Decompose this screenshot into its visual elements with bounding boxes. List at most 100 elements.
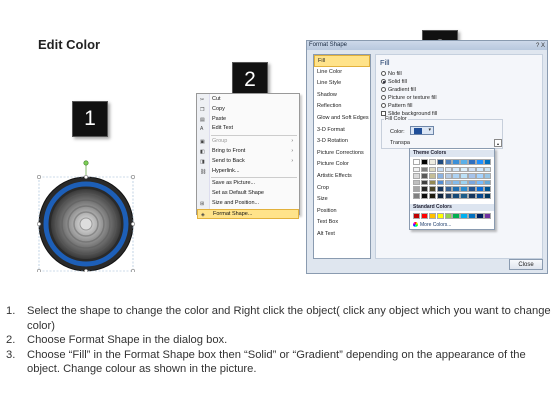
color-swatch[interactable] — [436, 173, 445, 179]
more-colors-link[interactable]: More Colors... — [413, 221, 451, 229]
color-swatch[interactable] — [436, 192, 445, 199]
color-swatch[interactable] — [468, 192, 476, 199]
dialog-window-controls[interactable]: ? X — [536, 42, 545, 51]
menu-item-hyperlink[interactable]: ⛓ Hyperlink... — [197, 167, 299, 177]
radio-button[interactable] — [381, 95, 386, 101]
color-swatch[interactable] — [468, 166, 476, 173]
nav-item-shadow[interactable]: Shadow — [314, 90, 370, 102]
color-swatch[interactable] — [428, 213, 437, 219]
color-swatch[interactable] — [468, 159, 476, 165]
color-swatch[interactable] — [468, 186, 476, 192]
color-swatch[interactable] — [444, 173, 452, 179]
color-swatch[interactable] — [468, 179, 476, 186]
color-swatch[interactable] — [476, 179, 484, 186]
color-swatch[interactable] — [413, 179, 421, 186]
concentric-circle-graphic[interactable] — [34, 160, 138, 274]
selected-circle-shape[interactable] — [34, 160, 138, 274]
color-swatch[interactable] — [428, 179, 437, 186]
radio-picture-fill[interactable]: Picture or texture fill — [381, 94, 437, 102]
radio-button-checked[interactable] — [381, 79, 386, 85]
color-swatch[interactable] — [452, 213, 460, 219]
color-swatch[interactable] — [436, 166, 445, 173]
menu-item-size-position[interactable]: ⊞ Size and Position... — [197, 199, 299, 209]
menu-item-set-default-shape[interactable]: Set as Default Shape — [197, 189, 299, 199]
color-swatch[interactable] — [436, 186, 445, 192]
color-swatch[interactable] — [444, 192, 452, 199]
color-swatch[interactable] — [476, 173, 484, 179]
color-swatch[interactable] — [428, 186, 437, 192]
color-swatch[interactable] — [444, 179, 452, 186]
radio-gradient-fill[interactable]: Gradient fill — [381, 86, 416, 94]
menu-item-edit-text[interactable]: A Edit Text — [197, 124, 299, 134]
transparency-spinner[interactable]: ▴ — [494, 139, 502, 147]
radio-button[interactable] — [381, 87, 386, 93]
color-swatch[interactable] — [452, 179, 460, 186]
color-swatch[interactable] — [484, 213, 492, 219]
nav-item-3d-rotation[interactable]: 3-D Rotation — [314, 136, 370, 148]
color-swatch[interactable] — [420, 192, 429, 199]
color-swatch[interactable] — [436, 159, 445, 165]
color-swatch[interactable] — [444, 159, 452, 165]
color-swatch[interactable] — [460, 173, 468, 179]
nav-item-text-box[interactable]: Text Box — [314, 217, 370, 229]
color-swatch[interactable] — [444, 213, 452, 219]
menu-item-group[interactable]: ▣ Group › — [197, 137, 299, 147]
color-swatch[interactable] — [468, 213, 476, 219]
color-swatch[interactable] — [476, 159, 484, 165]
nav-item-alt-text[interactable]: Alt Text — [314, 229, 370, 241]
menu-item-paste[interactable]: ▤ Paste — [197, 115, 299, 125]
nav-item-artistic-effects[interactable]: Artistic Effects — [314, 171, 370, 183]
nav-item-position[interactable]: Position — [314, 206, 370, 218]
nav-item-reflection[interactable]: Reflection — [314, 101, 370, 113]
nav-item-3d-format[interactable]: 3-D Format — [314, 125, 370, 137]
nav-item-size[interactable]: Size — [314, 194, 370, 206]
nav-item-picture-corrections[interactable]: Picture Corrections — [314, 148, 370, 160]
color-swatch[interactable] — [460, 186, 468, 192]
nav-item-fill[interactable]: Fill — [314, 55, 370, 67]
color-swatch[interactable] — [428, 173, 437, 179]
color-swatch[interactable] — [444, 166, 452, 173]
color-swatch[interactable] — [452, 173, 460, 179]
color-swatch[interactable] — [428, 159, 437, 165]
color-swatch[interactable] — [428, 166, 437, 173]
color-picker-button[interactable]: ▾ — [410, 126, 434, 135]
radio-no-fill[interactable]: No fill — [381, 70, 402, 78]
color-swatch[interactable] — [452, 159, 460, 165]
color-swatch[interactable] — [413, 166, 421, 173]
color-swatch[interactable] — [436, 179, 445, 186]
menu-item-cut[interactable]: ✂ Cut — [197, 95, 299, 105]
color-swatch[interactable] — [413, 213, 421, 219]
color-swatch[interactable] — [484, 166, 492, 173]
color-swatch[interactable] — [444, 186, 452, 192]
nav-item-glow[interactable]: Glow and Soft Edges — [314, 113, 370, 125]
color-swatch[interactable] — [476, 186, 484, 192]
radio-button[interactable] — [381, 71, 386, 77]
menu-item-copy[interactable]: ❐ Copy — [197, 105, 299, 115]
nav-item-line-color[interactable]: Line Color — [314, 67, 370, 79]
color-swatch[interactable] — [436, 213, 445, 219]
color-swatch[interactable] — [460, 166, 468, 173]
nav-item-crop[interactable]: Crop — [314, 183, 370, 195]
menu-item-format-shape[interactable]: ◈ Format Shape... — [197, 208, 299, 219]
color-swatch[interactable] — [484, 159, 492, 165]
color-swatch[interactable] — [484, 192, 492, 199]
color-swatch[interactable] — [476, 213, 484, 219]
color-swatch[interactable] — [420, 173, 429, 179]
color-swatch[interactable] — [452, 192, 460, 199]
menu-item-send-to-back[interactable]: ◨ Send to Back › — [197, 157, 299, 167]
color-swatch[interactable] — [420, 213, 429, 219]
color-swatch[interactable] — [468, 173, 476, 179]
color-swatch[interactable] — [452, 186, 460, 192]
close-button[interactable]: Close — [509, 259, 543, 270]
color-swatch[interactable] — [484, 179, 492, 186]
color-swatch[interactable] — [420, 179, 429, 186]
color-swatch[interactable] — [460, 192, 468, 199]
color-swatch[interactable] — [452, 166, 460, 173]
color-swatch[interactable] — [413, 186, 421, 192]
nav-item-picture-color[interactable]: Picture Color — [314, 159, 370, 171]
dialog-titlebar[interactable]: Format Shape ? X — [307, 41, 547, 50]
color-swatch[interactable] — [413, 159, 421, 165]
color-swatch[interactable] — [460, 159, 468, 165]
radio-solid-fill[interactable]: Solid fill — [381, 78, 407, 86]
color-swatch[interactable] — [420, 159, 429, 165]
